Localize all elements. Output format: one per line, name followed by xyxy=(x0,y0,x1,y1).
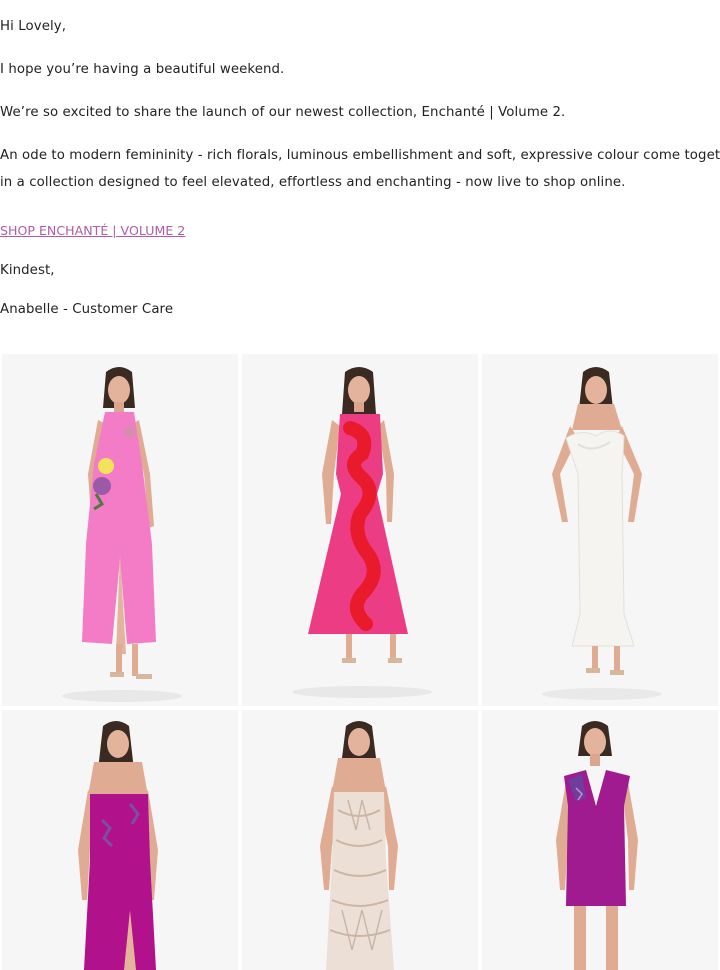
shop-collection-link[interactable]: SHOP ENCHANTÉ | VOLUME 2 xyxy=(0,223,185,238)
product-tile-pink-halter-dress[interactable] xyxy=(2,354,238,706)
product-tile-magenta-strapless-gown[interactable] xyxy=(2,710,238,970)
purple-mini-dress-icon xyxy=(556,721,638,970)
launch-text: We’re so excited to share the launch of … xyxy=(0,105,566,120)
white-strapless-dress-icon xyxy=(542,367,662,700)
product-grid xyxy=(0,352,720,970)
signoff-text: Kindest, xyxy=(0,263,55,278)
description-line-1: An ode to modern femininity - rich flora… xyxy=(0,148,720,163)
product-tile-purple-mini-dress[interactable] xyxy=(482,710,718,970)
greeting-text: Hi Lovely, xyxy=(0,19,67,34)
pink-halter-dress-icon xyxy=(62,367,182,702)
lace-strapless-gown-icon xyxy=(320,721,398,970)
fuchsia-floral-gown-icon xyxy=(292,367,432,698)
intro-text: I hope you’re having a beautiful weekend… xyxy=(0,62,285,77)
product-tile-fuchsia-floral-gown[interactable] xyxy=(242,354,478,706)
description-line-2: in a collection designed to feel elevate… xyxy=(0,175,626,190)
product-tile-lace-strapless-gown[interactable] xyxy=(242,710,478,970)
product-tile-white-strapless-dress[interactable] xyxy=(482,354,718,706)
signature-text: Anabelle - Customer Care xyxy=(0,302,174,317)
magenta-strapless-gown-icon xyxy=(78,721,158,970)
